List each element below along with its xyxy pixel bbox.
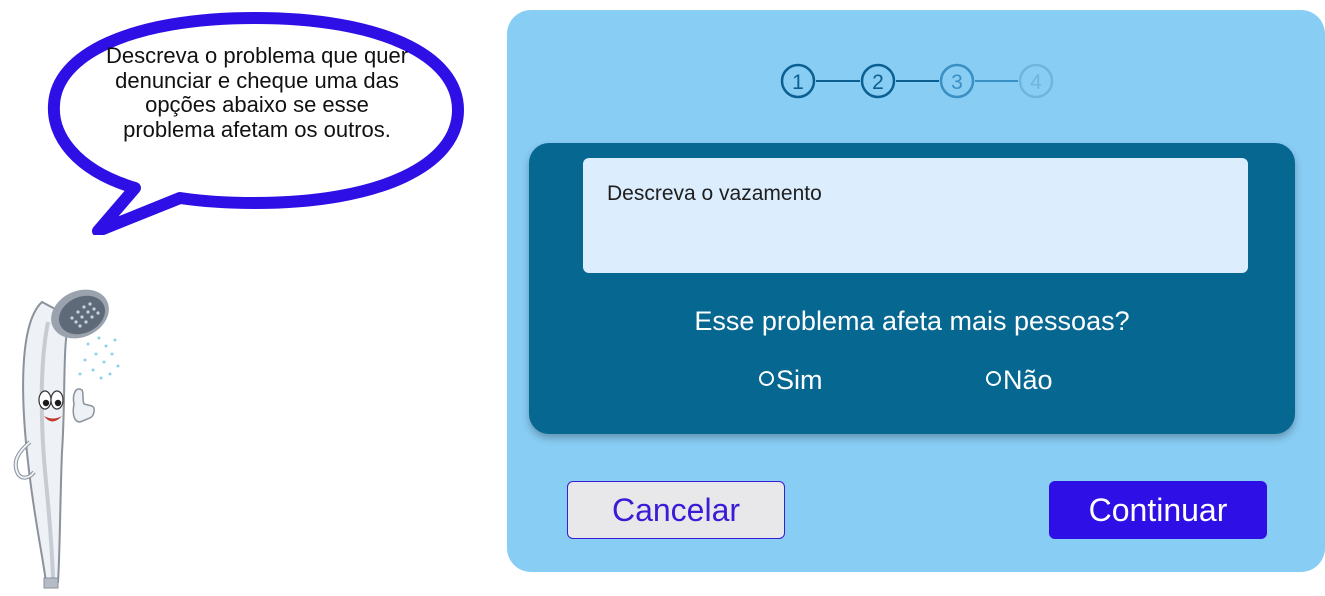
report-form-card: Descreva o vazamento Esse problema afeta…	[529, 143, 1295, 434]
radio-button-nao[interactable]	[986, 371, 1001, 386]
step-3: 3	[939, 63, 975, 99]
svg-text:1: 1	[792, 71, 804, 94]
radio-button-sim[interactable]	[759, 371, 774, 386]
radio-option-sim[interactable]: Sim	[759, 365, 823, 396]
step-2: 2	[860, 63, 896, 99]
description-input[interactable]: Descreva o vazamento	[583, 158, 1248, 273]
continue-button[interactable]: Continuar	[1049, 481, 1267, 539]
speech-bubble-text: Descreva o problema que quer denunciar e…	[105, 43, 409, 142]
shower-mascot-icon	[13, 289, 120, 589]
radio-label-nao: Não	[1003, 365, 1053, 395]
step-1: 1	[780, 63, 816, 99]
svg-text:4: 4	[1030, 71, 1042, 94]
svg-text:2: 2	[872, 71, 884, 94]
radio-label-sim: Sim	[776, 365, 823, 395]
svg-text:3: 3	[951, 71, 963, 94]
radio-option-nao[interactable]: Não	[986, 365, 1053, 396]
progress-stepper: 1 2 3 4	[780, 63, 1054, 99]
step-4: 4	[1018, 63, 1054, 99]
report-panel: 1 2 3 4 Descreva o vazamento Esse proble…	[507, 10, 1325, 572]
cancel-button[interactable]: Cancelar	[567, 481, 785, 539]
affects-others-question: Esse problema afeta mais pessoas?	[694, 306, 1130, 336]
